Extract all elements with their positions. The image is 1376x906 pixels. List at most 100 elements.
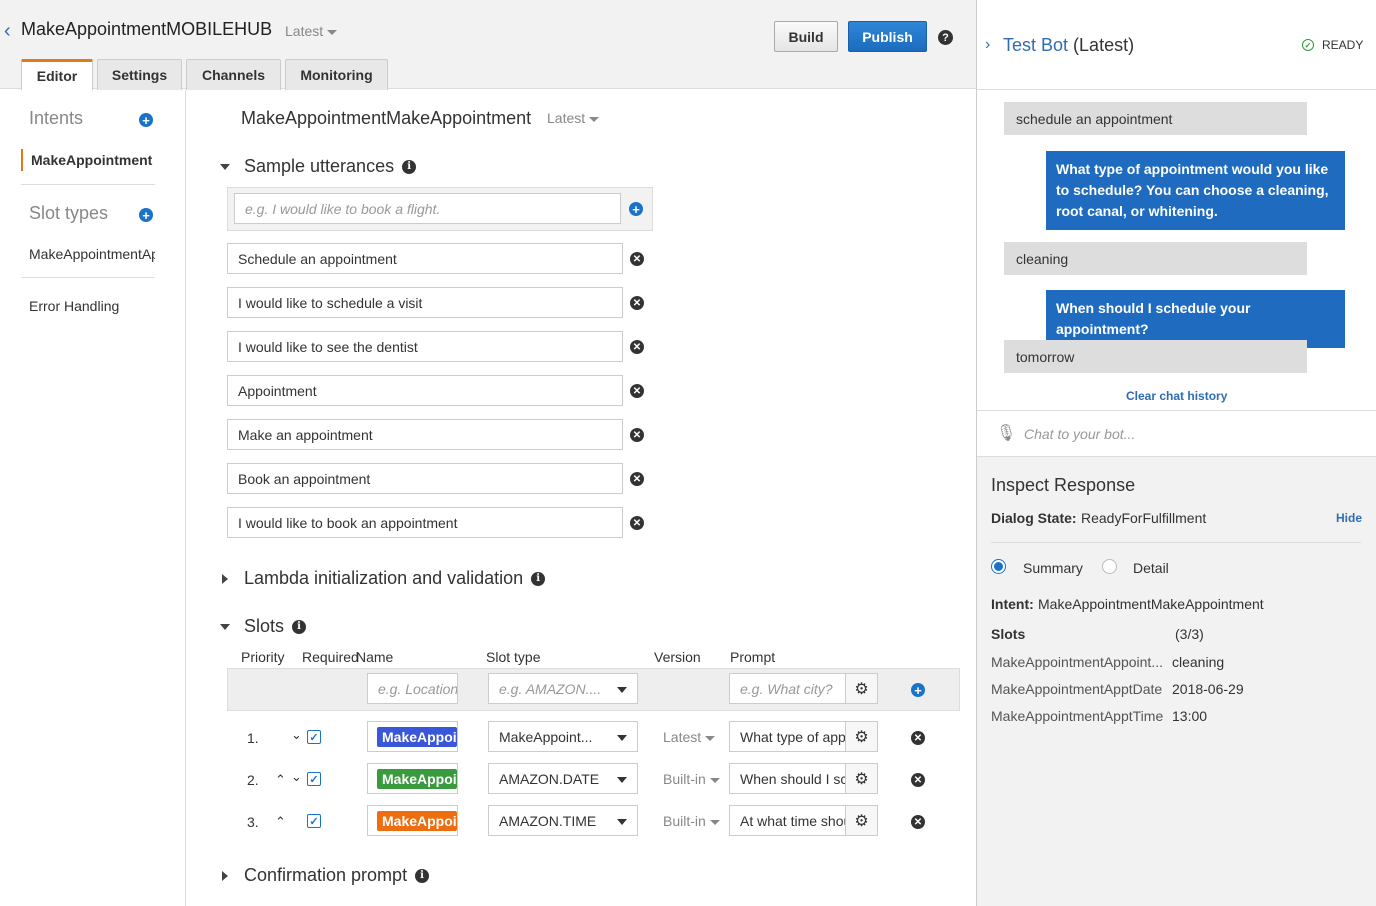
- info-icon[interactable]: i: [402, 159, 417, 174]
- lambda-section-header[interactable]: Lambda initialization and validation i: [220, 568, 546, 589]
- utterance-field[interactable]: I would like to see the dentist: [227, 331, 623, 362]
- slot-prompt-field[interactable]: What type of appointment would you like …: [729, 721, 846, 752]
- new-slot-name-input[interactable]: e.g. Location: [367, 673, 458, 704]
- info-icon[interactable]: i: [415, 868, 430, 883]
- utterance-field[interactable]: Make an appointment: [227, 419, 623, 450]
- remove-slot-icon[interactable]: ✕: [911, 773, 925, 787]
- utterance-field[interactable]: Schedule an appointment: [227, 243, 623, 274]
- slot-prompt-field[interactable]: At what time should I schedule your appo…: [729, 805, 846, 836]
- required-checkbox[interactable]: ✓: [307, 772, 321, 786]
- chat-input[interactable]: Chat to your bot...: [1024, 426, 1135, 442]
- utterance-field[interactable]: I would like to book an appointment: [227, 507, 623, 538]
- caret-down-icon: [709, 819, 720, 825]
- back-chevron-icon[interactable]: ‹: [4, 20, 11, 43]
- move-up-icon[interactable]: ⌃: [275, 814, 286, 830]
- intents-heading: Intents: [29, 108, 84, 128]
- slot-value-name: MakeAppointmentApptDate: [991, 681, 1163, 697]
- help-icon[interactable]: ?: [938, 30, 953, 45]
- move-up-icon[interactable]: ⌃: [275, 772, 286, 788]
- tab-channels[interactable]: Channels: [186, 59, 281, 90]
- slot-value-name: MakeAppointmentApptTime: [991, 708, 1164, 724]
- add-intent-icon[interactable]: +: [139, 113, 153, 127]
- new-slot-type-select[interactable]: e.g. AMAZON....: [488, 673, 638, 704]
- ready-status: READY: [1322, 38, 1364, 52]
- add-slot-type-icon[interactable]: +: [139, 208, 153, 222]
- user-message-bubble: cleaning: [1004, 242, 1307, 275]
- hide-link[interactable]: Hide: [1336, 511, 1362, 525]
- add-utterance-icon[interactable]: +: [629, 202, 643, 216]
- slot-version-dropdown[interactable]: Built-in: [663, 771, 720, 787]
- slot-type-select[interactable]: MakeAppoint...: [488, 721, 638, 752]
- sample-utterances-header[interactable]: Sample utterances i: [220, 156, 417, 177]
- remove-utterance-icon[interactable]: ✕: [630, 472, 644, 486]
- slot-priority: 3.: [247, 814, 259, 830]
- remove-utterance-icon[interactable]: ✕: [630, 340, 644, 354]
- remove-utterance-icon[interactable]: ✕: [630, 384, 644, 398]
- slot-type-select[interactable]: AMAZON.DATE: [488, 763, 638, 794]
- tab-editor[interactable]: Editor: [21, 59, 93, 90]
- detail-radio[interactable]: [1102, 559, 1117, 574]
- section-title: Sample utterances: [244, 156, 395, 176]
- collapse-chevron-icon[interactable]: ›: [985, 36, 990, 54]
- utterance-field[interactable]: Book an appointment: [227, 463, 623, 494]
- remove-utterance-icon[interactable]: ✕: [630, 516, 644, 530]
- utterance-field[interactable]: Appointment: [227, 375, 623, 406]
- info-icon[interactable]: i: [531, 571, 546, 586]
- col-required: Required: [302, 649, 359, 665]
- tab-settings[interactable]: Settings: [97, 59, 182, 90]
- test-bot-version: (Latest): [1073, 35, 1135, 55]
- new-slot-name-placeholder: e.g. Location: [378, 680, 458, 697]
- remove-utterance-icon[interactable]: ✕: [630, 296, 644, 310]
- remove-slot-icon[interactable]: ✕: [911, 731, 925, 745]
- remove-utterance-icon[interactable]: ✕: [630, 428, 644, 442]
- gear-icon[interactable]: ⚙: [846, 805, 878, 836]
- required-checkbox[interactable]: ✓: [307, 730, 321, 744]
- tab-monitoring[interactable]: Monitoring: [285, 59, 388, 90]
- summary-label[interactable]: Summary: [1023, 560, 1083, 576]
- slot-name-field[interactable]: MakeAppointmentApptTime: [367, 805, 458, 836]
- new-utterance-placeholder: e.g. I would like to book a flight.: [245, 200, 441, 217]
- publish-button[interactable]: Publish: [848, 21, 927, 52]
- build-button[interactable]: Build: [774, 21, 838, 52]
- remove-slot-icon[interactable]: ✕: [911, 815, 925, 829]
- col-prompt: Prompt: [730, 649, 776, 665]
- move-down-icon[interactable]: ⌄: [291, 727, 302, 743]
- gear-icon[interactable]: ⚙: [846, 763, 878, 794]
- utterance-field[interactable]: I would like to schedule a visit: [227, 287, 623, 318]
- intent-label: Intent:: [991, 596, 1034, 612]
- slot-priority: 2.: [247, 772, 259, 788]
- remove-utterance-icon[interactable]: ✕: [630, 252, 644, 266]
- slot-type-item[interactable]: MakeAppointmentAp: [29, 246, 155, 262]
- microphone-icon[interactable]: 🎙: [996, 423, 1016, 443]
- required-checkbox[interactable]: ✓: [307, 814, 321, 828]
- intent-item-makeappointment[interactable]: MakeAppointment: [31, 152, 155, 168]
- slot-version-dropdown[interactable]: Built-in: [663, 813, 720, 829]
- slot-type-value: MakeAppoint...: [499, 728, 593, 745]
- test-bot-title: Test Bot (Latest): [1003, 35, 1134, 56]
- expand-triangle-icon: [222, 870, 228, 881]
- intent-version-dropdown[interactable]: Latest: [547, 110, 600, 126]
- add-slot-icon[interactable]: +: [911, 683, 925, 697]
- gear-icon[interactable]: ⚙: [846, 673, 878, 704]
- summary-radio[interactable]: [991, 559, 1006, 574]
- confirmation-section-header[interactable]: Confirmation prompt i: [220, 865, 430, 886]
- detail-label[interactable]: Detail: [1133, 560, 1169, 576]
- slot-version-label: Latest: [663, 729, 702, 745]
- slot-name-field[interactable]: MakeAppointmentAppointmentType: [367, 721, 458, 752]
- slots-count: (3/3): [1175, 626, 1204, 642]
- bot-version-dropdown[interactable]: Latest: [285, 23, 338, 39]
- clear-chat-history-link[interactable]: Clear chat history: [1126, 389, 1227, 403]
- move-down-icon[interactable]: ⌄: [291, 769, 302, 785]
- new-slot-prompt-input[interactable]: e.g. What city?: [729, 673, 846, 704]
- collapse-triangle-icon: [220, 623, 230, 630]
- slot-type-select[interactable]: AMAZON.TIME: [488, 805, 638, 836]
- slots-section-header[interactable]: Slots i: [220, 616, 307, 637]
- gear-icon[interactable]: ⚙: [846, 721, 878, 752]
- new-utterance-input[interactable]: e.g. I would like to book a flight.: [234, 193, 621, 224]
- slot-version-dropdown[interactable]: Latest: [663, 729, 716, 745]
- info-icon[interactable]: i: [292, 619, 307, 634]
- slot-prompt-field[interactable]: When should I schedule your appointment?: [729, 763, 846, 794]
- new-slot-type-placeholder: e.g. AMAZON....: [499, 680, 602, 697]
- slot-name-field[interactable]: MakeAppointmentApptDate: [367, 763, 458, 794]
- error-handling-link[interactable]: Error Handling: [29, 298, 119, 314]
